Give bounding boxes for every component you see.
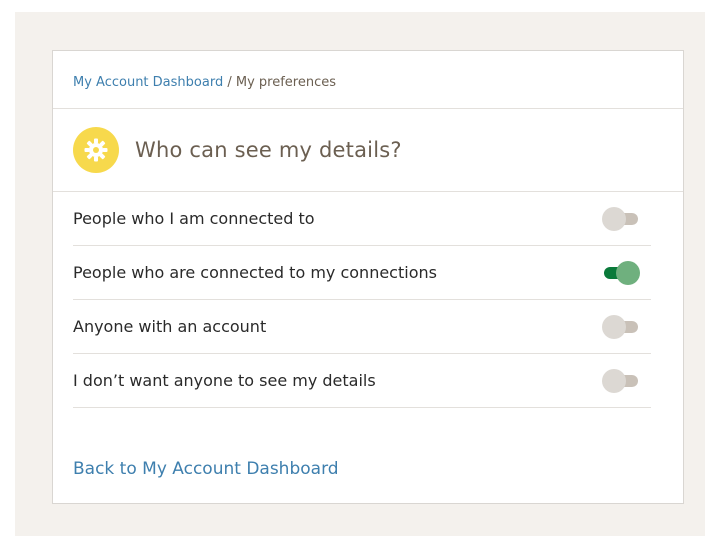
toggle-switch-no-one[interactable] — [602, 368, 640, 394]
toggle-knob — [602, 368, 626, 393]
section-header: Who can see my details? — [53, 109, 683, 192]
preferences-card: My Account Dashboard / My preferences Wh… — [52, 50, 684, 504]
option-row-anyone-with-account: Anyone with an account — [73, 300, 651, 354]
toggle-switch-anyone-with-account[interactable] — [602, 314, 640, 340]
toggle-knob — [616, 260, 640, 285]
breadcrumb: My Account Dashboard / My preferences — [53, 51, 683, 109]
option-label: I don’t want anyone to see my details — [73, 371, 376, 390]
back-to-dashboard-link[interactable]: Back to My Account Dashboard — [73, 459, 339, 479]
breadcrumb-separator: / — [223, 75, 236, 90]
page-title: Who can see my details? — [135, 138, 402, 162]
toggle-switch-connections-of-connections[interactable] — [602, 260, 640, 286]
toggle-knob — [602, 314, 626, 339]
option-label: People who I am connected to — [73, 209, 315, 228]
toggle-switch-connected[interactable] — [602, 206, 640, 232]
option-row-connected: People who I am connected to — [73, 192, 651, 246]
option-label: Anyone with an account — [73, 317, 267, 336]
gear-icon — [73, 127, 119, 173]
option-row-no-one: I don’t want anyone to see my details — [73, 354, 651, 408]
breadcrumb-dashboard-link[interactable]: My Account Dashboard — [73, 75, 223, 90]
visibility-options-list: People who I am connected to People who … — [73, 192, 651, 408]
breadcrumb-current: My preferences — [235, 75, 336, 90]
option-label: People who are connected to my connectio… — [73, 263, 437, 282]
option-row-connections-of-connections: People who are connected to my connectio… — [73, 246, 651, 300]
toggle-knob — [602, 206, 626, 231]
